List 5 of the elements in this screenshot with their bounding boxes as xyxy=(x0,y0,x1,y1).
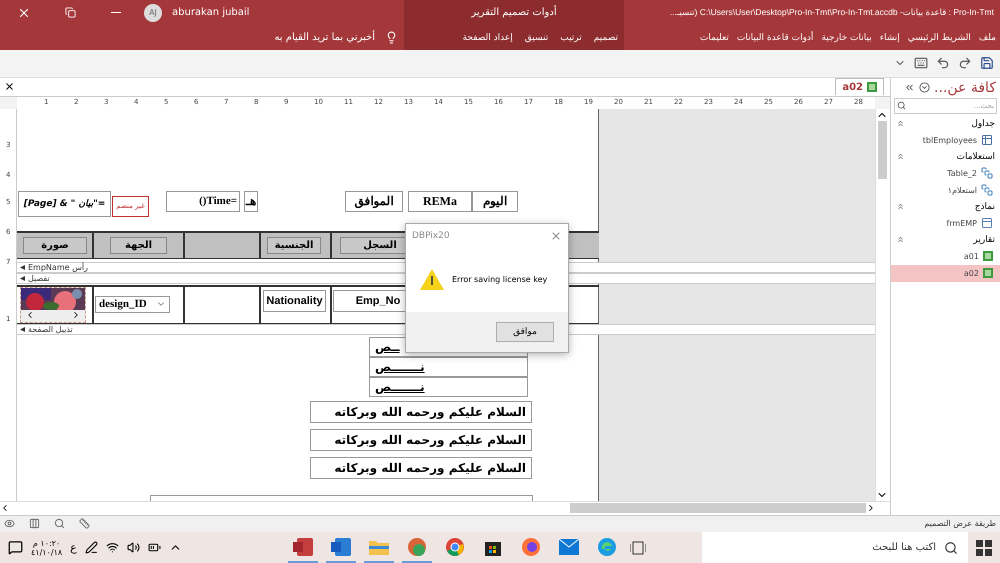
user-name: aburakan jubail xyxy=(172,7,250,18)
status-text: طريقة عرض التصميم xyxy=(924,519,996,528)
window-title: Pro-In-Tmt : قاعدة بيانات- C:\Users\User\Desktop\Pro-In-Tmt\Pro-In-Tmt.accdb (تنسيـ... xyxy=(670,7,994,18)
context-title: أدوات تصميم التقرير xyxy=(471,7,557,18)
dialog-message: Error saving license key xyxy=(452,275,548,284)
